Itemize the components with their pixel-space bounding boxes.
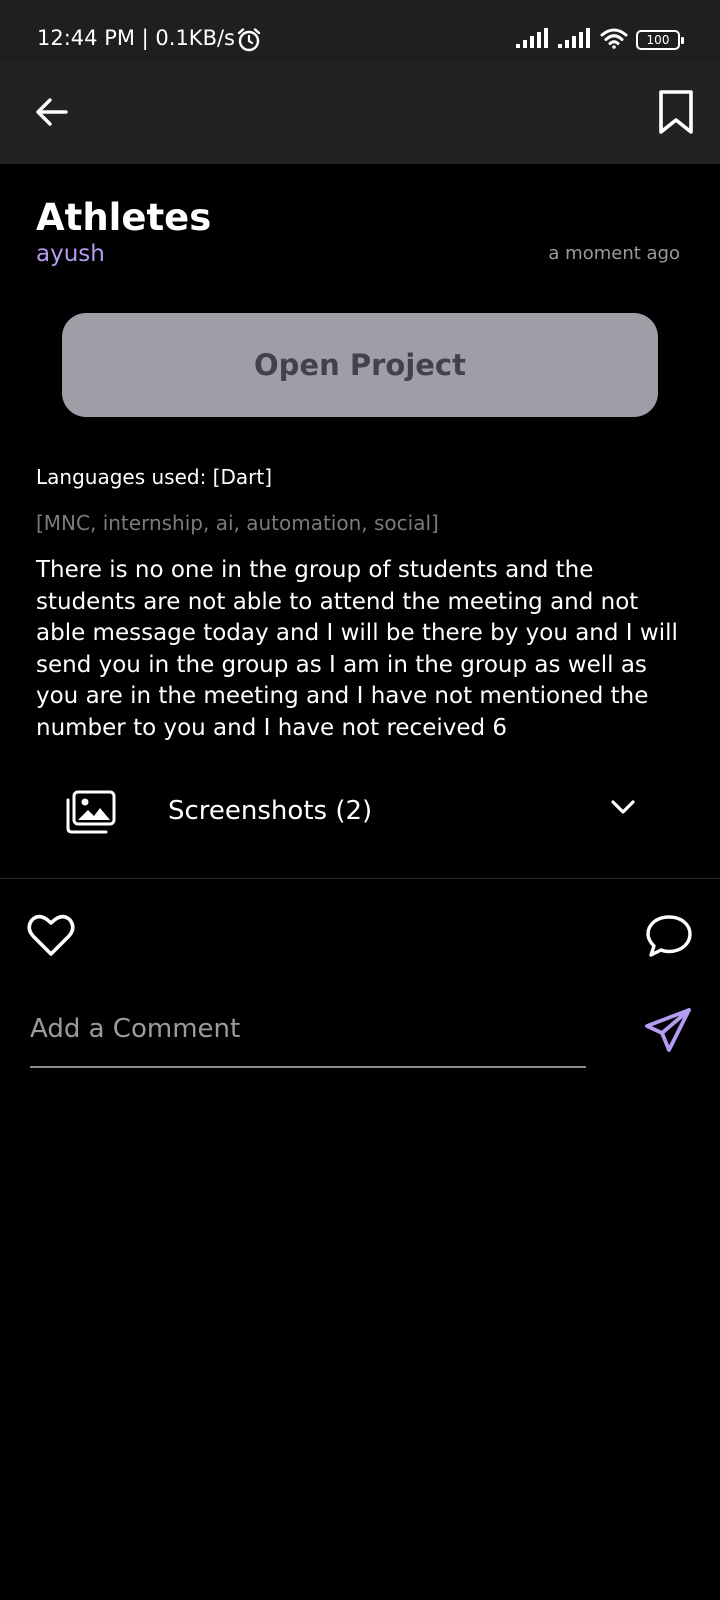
author-name[interactable]: ayush [36, 241, 105, 267]
signal-icon [558, 28, 592, 52]
open-project-button[interactable]: Open Project [62, 313, 658, 417]
timestamp: a moment ago [548, 243, 680, 264]
divider [0, 878, 720, 879]
project-tags: [MNC, internship, ai, automation, social… [36, 511, 439, 535]
chat-bubble-icon [646, 915, 692, 957]
bookmark-icon [659, 90, 693, 134]
bookmark-button[interactable] [654, 86, 698, 138]
heart-icon [27, 914, 75, 956]
status-bar: 12:44 PM | 0.1KB/s 100 [0, 0, 720, 62]
app-bar [0, 62, 720, 164]
comment-input[interactable] [30, 1008, 586, 1068]
screenshots-expander[interactable]: Screenshots (2) [0, 772, 720, 860]
gallery-icon [64, 790, 116, 838]
arrow-left-icon [36, 98, 68, 126]
battery-icon: 100 [636, 30, 684, 50]
comment-button[interactable] [644, 912, 694, 958]
project-description: There is no one in the group of students… [36, 557, 678, 741]
screenshots-label: Screenshots (2) [168, 796, 373, 826]
wifi-icon [600, 27, 628, 53]
chevron-down-icon [610, 798, 636, 820]
signal-icon [516, 28, 550, 52]
alarm-icon [236, 27, 262, 57]
like-button[interactable] [26, 912, 76, 958]
status-time: 12:44 PM | 0.1KB/s [37, 26, 235, 50]
status-icons: 100 [516, 27, 684, 53]
send-comment-button[interactable] [642, 1005, 694, 1057]
back-button[interactable] [30, 90, 74, 134]
project-title: Athletes [36, 196, 212, 239]
send-icon [645, 1008, 691, 1052]
languages-used: Languages used: [Dart] [36, 465, 272, 489]
